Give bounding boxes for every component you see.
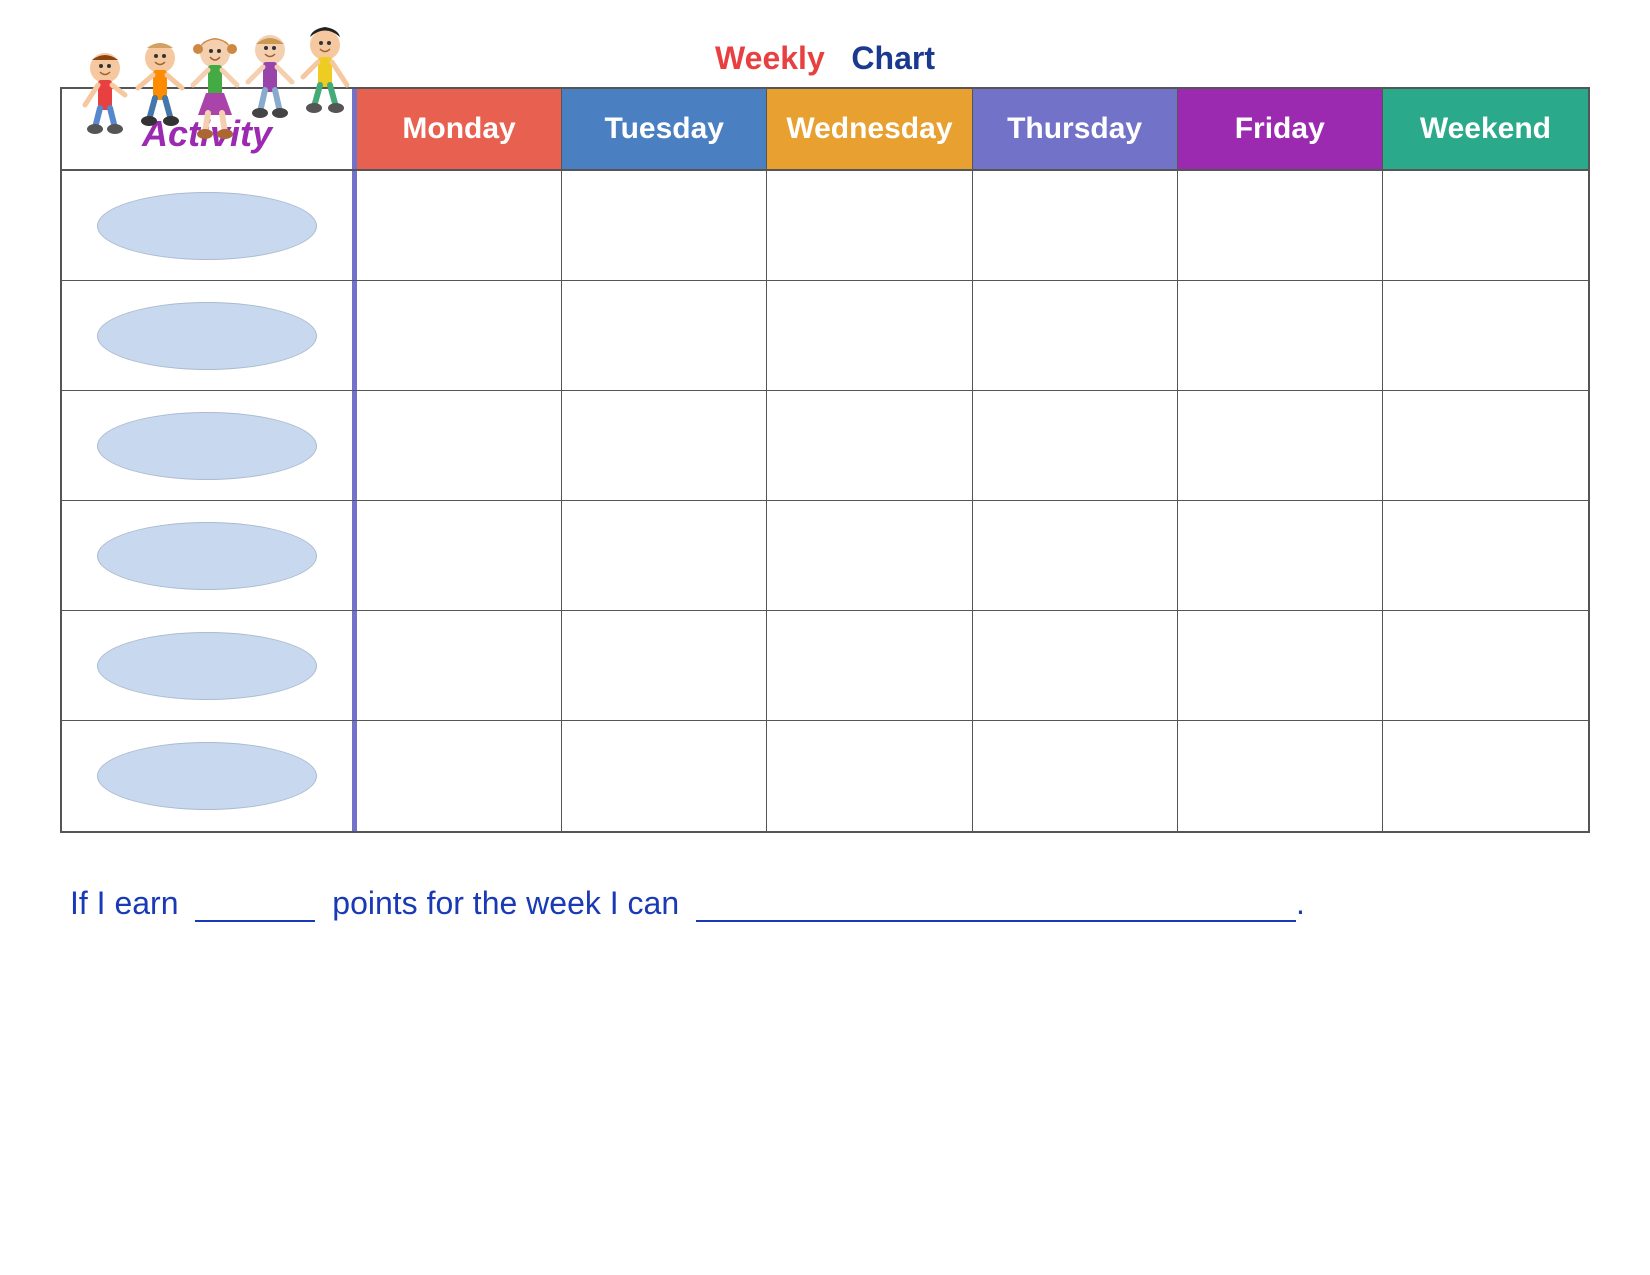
data-cell-1-wknd[interactable]	[1383, 171, 1588, 280]
table-row	[62, 501, 1588, 611]
data-cell-4-wknd[interactable]	[1383, 501, 1588, 610]
page-title: Weekly Chart	[715, 40, 935, 77]
data-cell-5-tue[interactable]	[562, 611, 767, 720]
data-cell-5-fri[interactable]	[1178, 611, 1383, 720]
footer-blank-reward[interactable]	[696, 883, 1296, 922]
title-chart: Chart	[851, 40, 935, 76]
data-cell-4-fri[interactable]	[1178, 501, 1383, 610]
title-weekly: Weekly	[715, 40, 825, 76]
data-cell-2-mon[interactable]	[357, 281, 562, 390]
activity-oval-2	[97, 302, 317, 370]
data-cell-1-wed[interactable]	[767, 171, 972, 280]
kids-illustration	[60, 20, 360, 235]
data-cell-1-mon[interactable]	[357, 171, 562, 280]
data-cell-2-thu[interactable]	[973, 281, 1178, 390]
activity-cell-3	[62, 391, 357, 500]
title-area: Weekly Chart	[60, 40, 1590, 77]
footer-period: .	[1296, 885, 1305, 921]
data-cell-2-wed[interactable]	[767, 281, 972, 390]
table-row	[62, 721, 1588, 831]
activity-oval-4	[97, 522, 317, 590]
data-cell-3-mon[interactable]	[357, 391, 562, 500]
data-cell-4-mon[interactable]	[357, 501, 562, 610]
data-cell-1-thu[interactable]	[973, 171, 1178, 280]
data-cell-3-wed[interactable]	[767, 391, 972, 500]
data-cell-6-wed[interactable]	[767, 721, 972, 831]
activity-cell-6	[62, 721, 357, 831]
data-cell-5-thu[interactable]	[973, 611, 1178, 720]
data-cell-6-tue[interactable]	[562, 721, 767, 831]
footer-blank-points[interactable]	[195, 883, 315, 922]
activity-oval-6	[97, 742, 317, 810]
data-cell-6-mon[interactable]	[357, 721, 562, 831]
header-weekend: Weekend	[1383, 89, 1588, 169]
data-cell-5-wknd[interactable]	[1383, 611, 1588, 720]
data-cell-1-tue[interactable]	[562, 171, 767, 280]
data-cell-3-thu[interactable]	[973, 391, 1178, 500]
table-row	[62, 611, 1588, 721]
data-cell-2-wknd[interactable]	[1383, 281, 1588, 390]
data-cell-3-wknd[interactable]	[1383, 391, 1588, 500]
activity-oval-5	[97, 632, 317, 700]
data-cell-3-fri[interactable]	[1178, 391, 1383, 500]
data-cell-3-tue[interactable]	[562, 391, 767, 500]
data-cell-2-fri[interactable]	[1178, 281, 1383, 390]
data-cell-5-mon[interactable]	[357, 611, 562, 720]
header-wednesday: Wednesday	[767, 89, 972, 169]
table-row	[62, 391, 1588, 501]
data-cell-6-fri[interactable]	[1178, 721, 1383, 831]
data-cell-1-fri[interactable]	[1178, 171, 1383, 280]
activity-cell-5	[62, 611, 357, 720]
header-friday: Friday	[1178, 89, 1383, 169]
table-row	[62, 281, 1588, 391]
header-thursday: Thursday	[973, 89, 1178, 169]
activity-cell-2	[62, 281, 357, 390]
footer-text2: points for the week I can	[332, 885, 679, 921]
footer-text1: If I earn	[70, 885, 179, 921]
activity-cell-4	[62, 501, 357, 610]
data-cell-4-wed[interactable]	[767, 501, 972, 610]
data-cell-6-thu[interactable]	[973, 721, 1178, 831]
data-cell-5-wed[interactable]	[767, 611, 972, 720]
activity-oval-3	[97, 412, 317, 480]
header-monday: Monday	[357, 89, 562, 169]
data-cell-6-wknd[interactable]	[1383, 721, 1588, 831]
data-cell-4-thu[interactable]	[973, 501, 1178, 610]
header-tuesday: Tuesday	[562, 89, 767, 169]
footer-area: If I earn points for the week I can .	[60, 883, 1590, 922]
data-cell-4-tue[interactable]	[562, 501, 767, 610]
data-cell-2-tue[interactable]	[562, 281, 767, 390]
